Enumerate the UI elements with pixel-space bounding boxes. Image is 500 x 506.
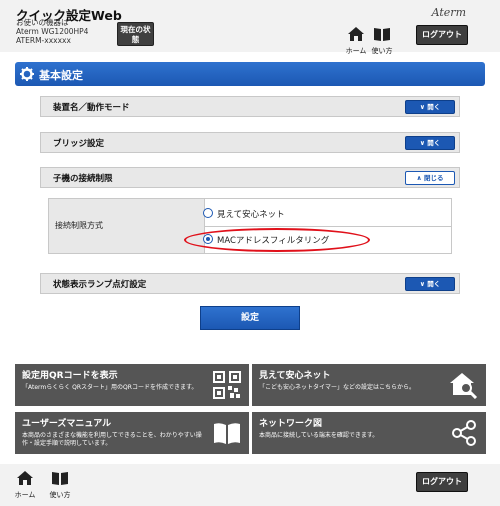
tile-title: ネットワーク図 (259, 419, 323, 429)
tile-desc: 本商品のさまざまな機能を利用してできることを、わかりやすい操作・設定手順で説明し… (22, 432, 202, 447)
logout-button[interactable]: ログアウト (416, 25, 468, 45)
home-button[interactable]: ホーム (344, 26, 368, 56)
divider (205, 226, 452, 227)
radio-button[interactable] (203, 208, 213, 218)
help-label: 使い方 (49, 491, 71, 499)
help-label: 使い方 (371, 47, 393, 55)
book-icon (374, 28, 390, 41)
footer: ホーム 使い方 ログアウト (0, 464, 500, 506)
option-mieru-anshin[interactable]: 見えて安心ネット (203, 208, 285, 220)
panel-status-lamp[interactable]: 状態表示ランプ点灯設定 ∨ 開く (40, 273, 460, 294)
device-model: Aterm WG1200HP4 (16, 27, 89, 36)
panel-label: 子機の接続制限 (53, 174, 113, 184)
tile-mieru-anshin[interactable]: 見えて安心ネット 「こども安心ネットタイマー」などの設定はこちらから。 (252, 364, 486, 406)
open-toggle-button[interactable]: ∨ 開く (405, 277, 455, 291)
top-header: クイック設定Web お使いの機器は Aterm WG1200HP4 ATERM-… (0, 0, 500, 55)
device-ssid: ATERM-xxxxxx (16, 36, 71, 45)
footer-help-button[interactable]: 使い方 (48, 470, 72, 500)
submit-button[interactable]: 設定 (200, 306, 300, 330)
panel-connection-restriction[interactable]: 子機の接続制限 ∧ 閉じる (40, 167, 460, 188)
restriction-label: 接続制限方式 (55, 221, 103, 230)
open-toggle-button[interactable]: ∨ 開く (405, 100, 455, 114)
restriction-label-cell: 接続制限方式 (49, 199, 205, 253)
footer-home-button[interactable]: ホーム (13, 470, 37, 500)
home-search-icon (450, 373, 478, 399)
qr-code-icon (213, 371, 241, 399)
current-status-button[interactable]: 現在の状態 (117, 22, 154, 46)
help-button[interactable]: 使い方 (370, 26, 394, 56)
section-title: 基本設定 (39, 69, 83, 82)
brand-logo: Aterm (431, 6, 466, 19)
panel-device-name[interactable]: 装置名／動作モード ∨ 開く (40, 96, 460, 117)
panel-label: 装置名／動作モード (53, 103, 130, 113)
tile-title: ユーザーズマニュアル (22, 419, 112, 429)
tile-qr-code[interactable]: 設定用QRコードを表示 「Atermらくらく QRスタート」用のQRコードを作成… (15, 364, 249, 406)
panel-label: 状態表示ランプ点灯設定 (53, 280, 147, 290)
home-icon (348, 27, 364, 41)
tile-users-manual[interactable]: ユーザーズマニュアル 本商品のさまざまな機能を利用してできることを、わかりやすい… (15, 412, 249, 454)
device-label: お使いの機器は (16, 18, 69, 27)
home-label: ホーム (14, 491, 36, 499)
close-toggle-button[interactable]: ∧ 閉じる (405, 171, 455, 185)
open-toggle-button[interactable]: ∨ 開く (405, 136, 455, 150)
footer-logout-button[interactable]: ログアウト (416, 472, 468, 492)
book-icon (214, 423, 240, 444)
section-header: 基本設定 (15, 62, 485, 86)
gear-icon (20, 67, 34, 81)
home-label: ホーム (345, 47, 367, 55)
panel-bridge[interactable]: ブリッジ設定 ∨ 開く (40, 132, 460, 153)
book-icon (52, 472, 68, 485)
highlight-ellipse (184, 228, 370, 252)
tile-desc: 「こども安心ネットタイマー」などの設定はこちらから。 (259, 384, 416, 391)
tile-desc: 本商品に接続している端末を確認できます。 (259, 432, 379, 439)
tile-title: 設定用QRコードを表示 (22, 371, 118, 381)
tile-network-map[interactable]: ネットワーク図 本商品に接続している端末を確認できます。 (252, 412, 486, 454)
tile-desc: 「Atermらくらく QRスタート」用のQRコードを作成できます。 (22, 384, 198, 391)
panel-label: ブリッジ設定 (53, 139, 105, 149)
share-network-icon (452, 420, 476, 446)
home-icon (17, 471, 33, 485)
tile-title: 見えて安心ネット (259, 371, 331, 381)
